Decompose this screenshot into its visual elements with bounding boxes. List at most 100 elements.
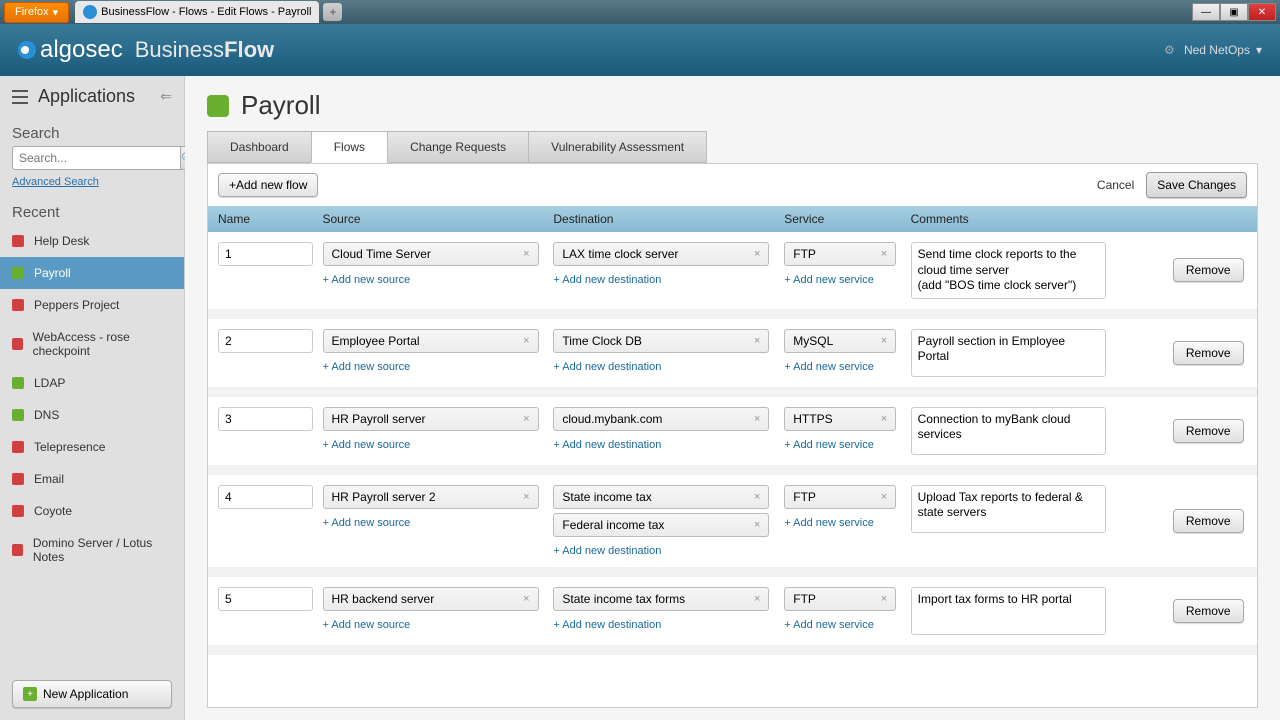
column-comments: Comments [911, 212, 1170, 226]
save-changes-button[interactable]: Save Changes [1146, 172, 1247, 198]
remove-flow-button[interactable]: Remove [1173, 258, 1244, 282]
sidebar-item-label: Payroll [34, 266, 71, 280]
remove-tag-icon[interactable]: × [754, 593, 760, 605]
minimize-button[interactable]: — [1192, 3, 1220, 21]
remove-tag-icon[interactable]: × [881, 593, 887, 605]
new-application-button[interactable]: + New Application [12, 680, 172, 708]
add-value-link[interactable]: + Add new service [784, 517, 910, 529]
flow-name-input[interactable] [218, 329, 313, 353]
add-value-link[interactable]: + Add new service [784, 439, 910, 451]
value-tag[interactable]: FTP× [784, 242, 896, 266]
firefox-menu-button[interactable]: Firefox ▾ [4, 2, 69, 23]
value-tag[interactable]: State income tax forms× [553, 587, 769, 611]
advanced-search-link[interactable]: Advanced Search [0, 170, 184, 194]
add-value-link[interactable]: + Add new source [323, 439, 554, 451]
remove-flow-button[interactable]: Remove [1173, 509, 1244, 533]
add-value-link[interactable]: + Add new destination [553, 619, 784, 631]
value-tag[interactable]: HTTPS× [784, 407, 896, 431]
add-flow-button[interactable]: +Add new flow [218, 173, 318, 197]
flow-name-input[interactable] [218, 587, 313, 611]
add-value-link[interactable]: + Add new destination [553, 545, 784, 557]
sidebar-item[interactable]: Help Desk [0, 225, 184, 257]
tab-flows[interactable]: Flows [311, 131, 388, 163]
maximize-button[interactable]: ▣ [1220, 3, 1248, 21]
flow-name-input[interactable] [218, 407, 313, 431]
add-value-link[interactable]: + Add new source [323, 361, 554, 373]
remove-tag-icon[interactable]: × [523, 413, 529, 425]
tab-favicon-icon [83, 5, 97, 19]
remove-tag-icon[interactable]: × [523, 335, 529, 347]
value-tag[interactable]: cloud.mybank.com × [553, 407, 769, 431]
sidebar-item[interactable]: LDAP [0, 367, 184, 399]
value-tag[interactable]: HR Payroll server× [323, 407, 539, 431]
value-tag[interactable]: Cloud Time Server× [323, 242, 539, 266]
add-value-link[interactable]: + Add new destination [553, 361, 784, 373]
tab-vulnerability-assessment[interactable]: Vulnerability Assessment [528, 131, 707, 163]
sidebar-item[interactable]: Peppers Project [0, 289, 184, 321]
flow-name-input[interactable] [218, 485, 313, 509]
tag-label: FTP [793, 592, 816, 606]
sidebar-item[interactable]: Domino Server / Lotus Notes [0, 527, 184, 573]
sidebar-item[interactable]: WebAccess - rose checkpoint [0, 321, 184, 367]
cancel-button[interactable]: Cancel [1097, 178, 1134, 192]
value-tag[interactable]: LAX time clock server× [553, 242, 769, 266]
tab-change-requests[interactable]: Change Requests [387, 131, 529, 163]
flow-name-input[interactable] [218, 242, 313, 266]
comment-input[interactable]: Upload Tax reports to federal & state se… [911, 485, 1106, 533]
value-tag[interactable]: HR Payroll server 2× [323, 485, 539, 509]
comment-input[interactable]: Import tax forms to HR portal [911, 587, 1106, 635]
value-tag[interactable]: HR backend server× [323, 587, 539, 611]
remove-tag-icon[interactable]: × [754, 335, 760, 347]
new-application-label: New Application [43, 687, 128, 701]
add-value-link[interactable]: + Add new source [323, 619, 554, 631]
remove-tag-icon[interactable]: × [881, 413, 887, 425]
flow-row: Employee Portal× + Add new source Time Clo… [208, 319, 1257, 397]
status-chip-icon [12, 505, 24, 517]
remove-tag-icon[interactable]: × [881, 248, 887, 260]
comment-input[interactable]: Send time clock reports to the cloud tim… [911, 242, 1106, 299]
remove-flow-button[interactable]: Remove [1173, 341, 1244, 365]
value-tag[interactable]: Employee Portal× [323, 329, 539, 353]
remove-tag-icon[interactable]: × [881, 491, 887, 503]
remove-tag-icon[interactable]: × [754, 413, 760, 425]
close-button[interactable]: ✕ [1248, 3, 1276, 21]
remove-flow-button[interactable]: Remove [1173, 599, 1244, 623]
remove-tag-icon[interactable]: × [881, 335, 887, 347]
value-tag[interactable]: MySQL× [784, 329, 896, 353]
comment-input[interactable]: Payroll section in Employee Portal [911, 329, 1106, 377]
tag-label: cloud.mybank.com [562, 412, 662, 426]
value-tag[interactable]: FTP × [784, 587, 896, 611]
tab-dashboard[interactable]: Dashboard [207, 131, 312, 163]
sidebar-item[interactable]: Email [0, 463, 184, 495]
sidebar-item[interactable]: Payroll [0, 257, 184, 289]
remove-flow-button[interactable]: Remove [1173, 419, 1244, 443]
remove-tag-icon[interactable]: × [754, 491, 760, 503]
remove-tag-icon[interactable]: × [523, 491, 529, 503]
search-input[interactable] [12, 146, 181, 170]
sidebar-item[interactable]: Telepresence [0, 431, 184, 463]
value-tag[interactable]: FTP× [784, 485, 896, 509]
remove-tag-icon[interactable]: × [754, 519, 760, 531]
new-tab-button[interactable]: + [323, 3, 342, 21]
user-menu[interactable]: ⚙ Ned NetOps ▾ [1164, 43, 1262, 57]
add-value-link[interactable]: + Add new source [323, 517, 554, 529]
add-value-link[interactable]: + Add new service [784, 274, 910, 286]
add-value-link[interactable]: + Add new destination [553, 274, 784, 286]
hamburger-icon[interactable] [12, 90, 28, 104]
value-tag[interactable]: State income tax× [553, 485, 769, 509]
add-value-link[interactable]: + Add new destination [553, 439, 784, 451]
collapse-sidebar-icon[interactable]: ⇐ [160, 88, 172, 105]
sidebar-item[interactable]: Coyote [0, 495, 184, 527]
add-value-link[interactable]: + Add new service [784, 361, 910, 373]
value-tag[interactable]: Time Clock DB× [553, 329, 769, 353]
remove-tag-icon[interactable]: × [523, 593, 529, 605]
comment-input[interactable]: Connection to myBank cloud services [911, 407, 1106, 455]
value-tag[interactable]: Federal income tax× [553, 513, 769, 537]
remove-tag-icon[interactable]: × [523, 248, 529, 260]
add-value-link[interactable]: + Add new source [323, 274, 554, 286]
remove-tag-icon[interactable]: × [754, 248, 760, 260]
gear-icon: ⚙ [1164, 43, 1178, 57]
add-value-link[interactable]: + Add new service [784, 619, 910, 631]
sidebar-item[interactable]: DNS [0, 399, 184, 431]
browser-tab[interactable]: BusinessFlow - Flows - Edit Flows - Payr… [75, 1, 319, 23]
